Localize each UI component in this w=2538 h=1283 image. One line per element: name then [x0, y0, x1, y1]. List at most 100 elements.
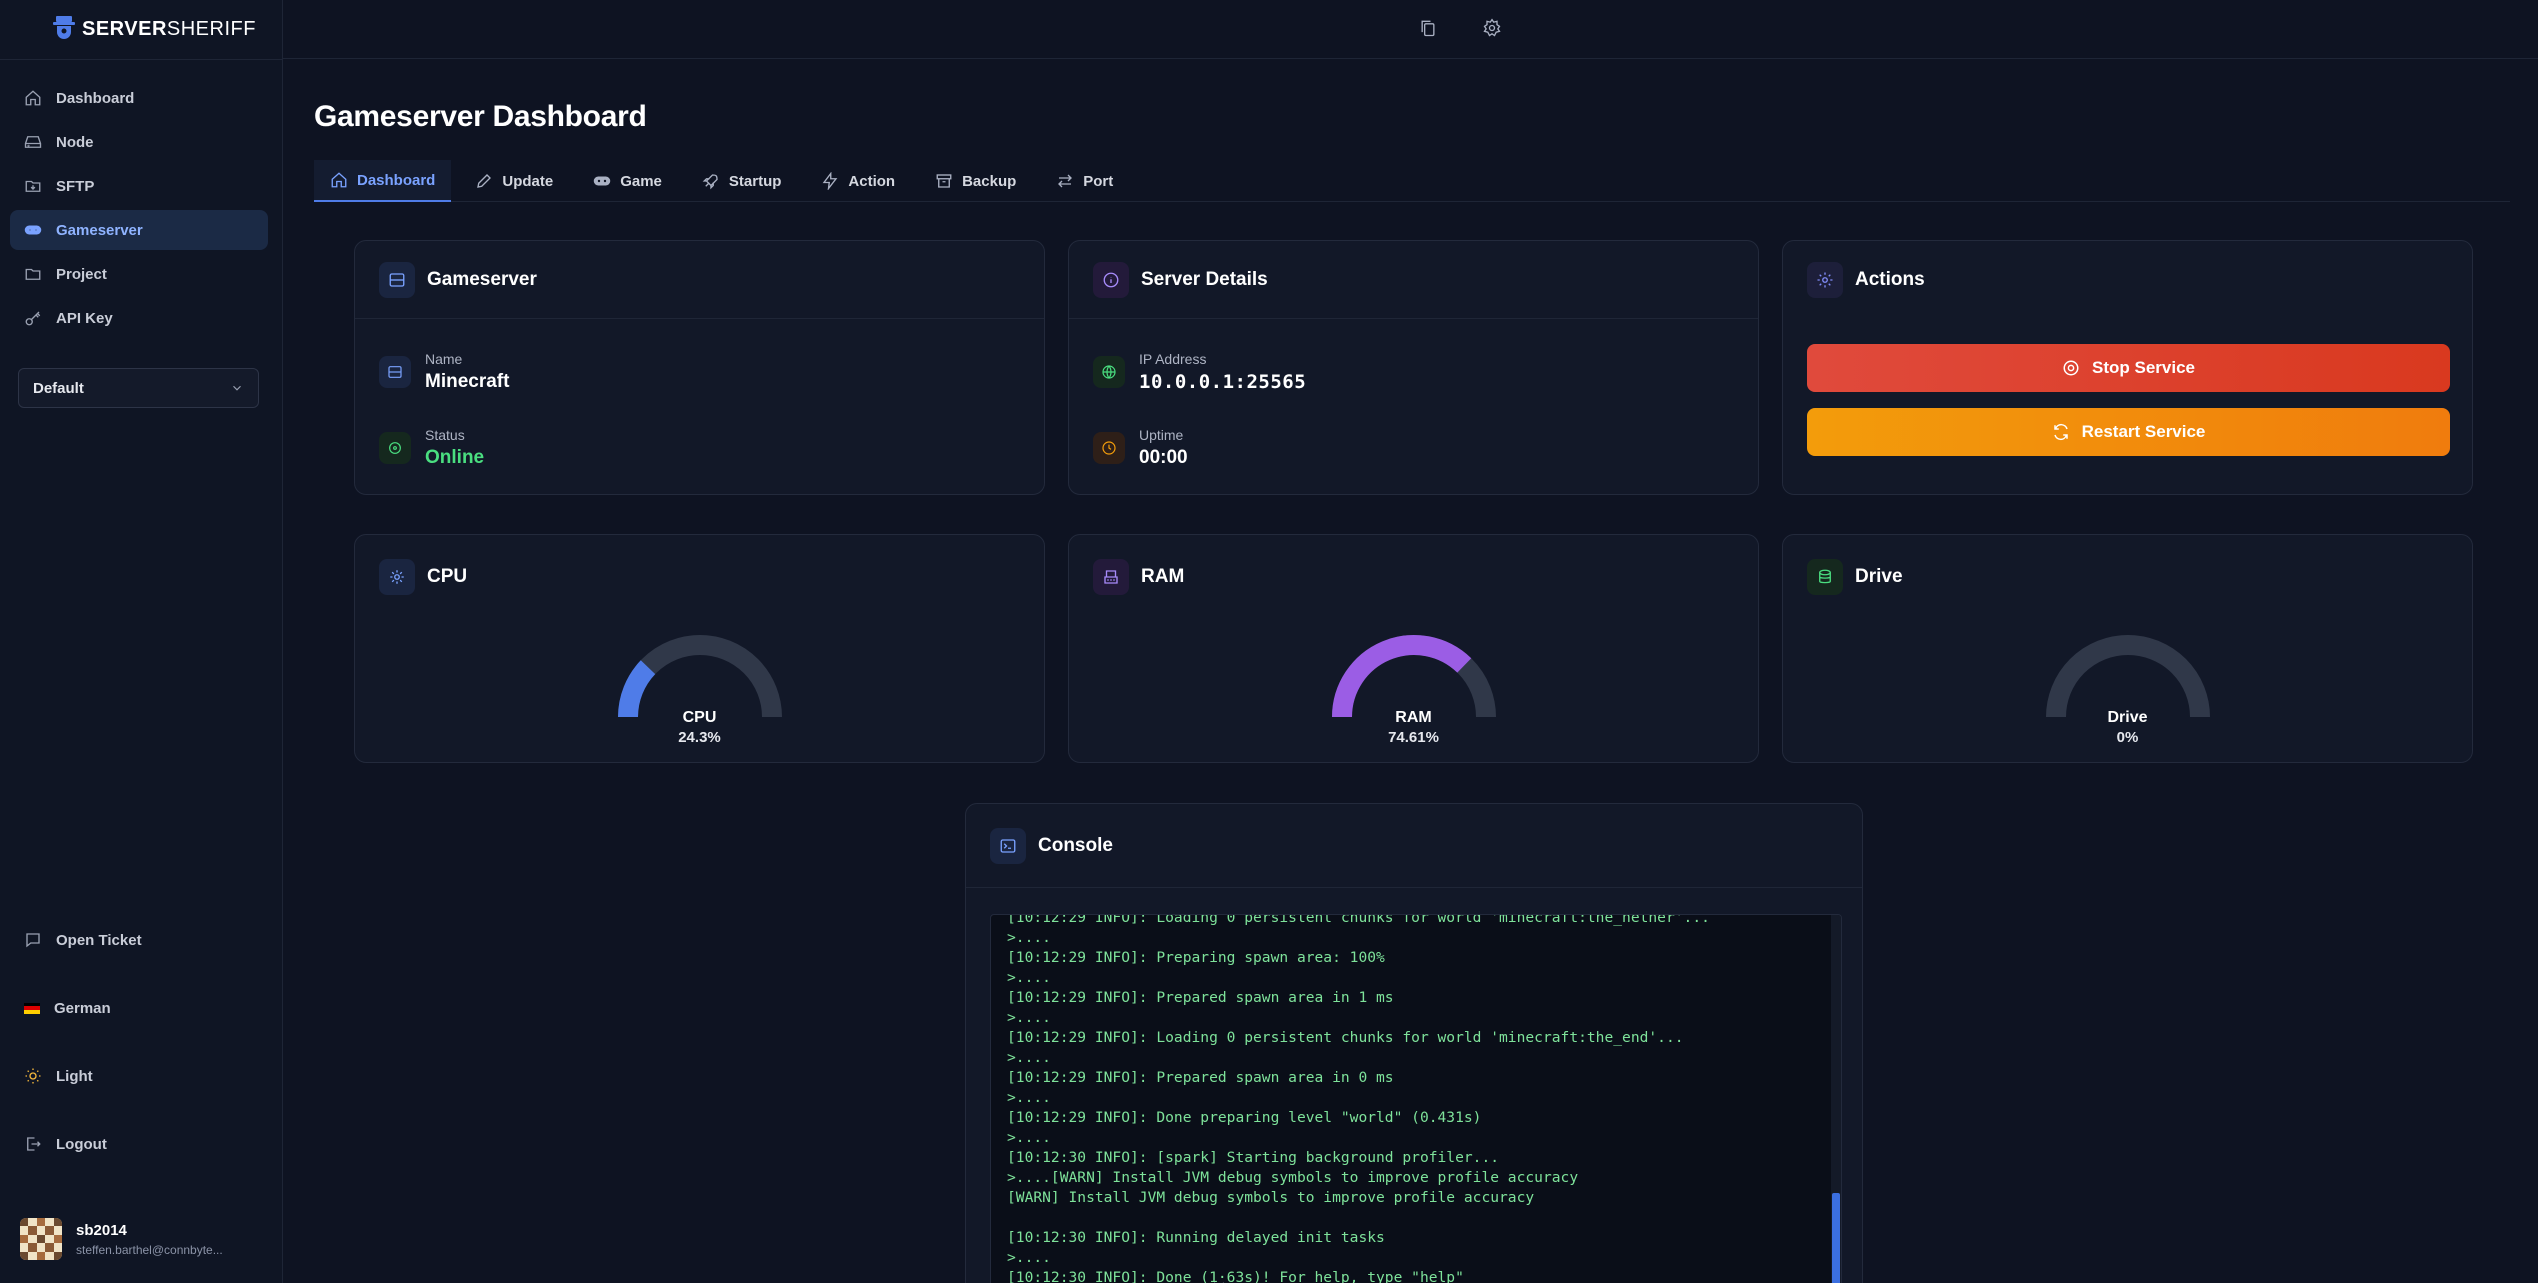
console-output[interactable]: [10:12:29 INFO]: Loading 0 persistent ch…	[990, 914, 1842, 1283]
key-icon	[25, 311, 41, 326]
sidebar-item-sftp[interactable]: SFTP	[10, 166, 268, 206]
sidebar-nav: Dashboard Node SFTP Gameserver Project A…	[10, 78, 268, 342]
cpu-card: CPU CPU 24.3%	[354, 534, 1045, 763]
page-title: Gameserver Dashboard	[314, 100, 647, 133]
console-line: >....	[1007, 929, 1051, 946]
tab-action[interactable]: Action	[805, 160, 911, 202]
gauge-value: 24.3%	[678, 729, 721, 746]
sidebar-item-dashboard[interactable]: Dashboard	[10, 78, 268, 118]
console-line: >....	[1007, 1129, 1051, 1146]
sidebar-item-label: Dashboard	[56, 89, 135, 107]
sidebar-divider	[0, 59, 283, 60]
card-title: Drive	[1855, 566, 1903, 587]
status-badge: Online	[425, 447, 485, 468]
avatar	[20, 1218, 62, 1260]
cpu-gauge: CPU 24.3%	[610, 627, 790, 747]
sidebar-item-label: SFTP	[56, 177, 95, 195]
ip-address-value[interactable]: 10.0.0.1:25565	[1139, 371, 1306, 393]
message-icon	[26, 933, 40, 948]
gauge-value: 74.61%	[1388, 729, 1439, 746]
settings-button[interactable]	[1482, 18, 1504, 40]
card-header: Drive	[1783, 535, 2472, 619]
arrows-swap-icon	[1058, 174, 1073, 188]
logout-icon	[27, 1137, 41, 1151]
card-title: Actions	[1855, 269, 1925, 290]
sidebar-bottom-nav: Open Ticket German Light Logout	[10, 920, 268, 1192]
project-select-value: Default	[33, 379, 84, 397]
tab-port[interactable]: Port	[1040, 160, 1129, 202]
console-line: [10:12:29 INFO]: Preparing spawn area: 1…	[1007, 949, 1385, 966]
folder-icon	[25, 268, 41, 280]
stop-circle-icon	[2063, 360, 2079, 376]
console-line: [10:12:29 INFO]: Done preparing level "w…	[1007, 1109, 1482, 1126]
drive-gauge: Drive 0%	[2038, 627, 2218, 747]
console-line: >....[WARN] Install JVM debug symbols to…	[1007, 1169, 1579, 1186]
pencil-icon	[477, 174, 492, 188]
ip-address-field: IP Address 10.0.0.1:25565	[1093, 351, 1306, 393]
card-icon-box	[1807, 262, 1843, 298]
tab-update[interactable]: Update	[459, 160, 569, 202]
logout-button[interactable]: Logout	[10, 1124, 268, 1164]
card-header: Actions	[1783, 241, 2472, 319]
theme-toggle[interactable]: Light	[10, 1056, 268, 1096]
sidebar: SERVERSHERIFF Dashboard Node SFTP Gamese…	[0, 0, 283, 1283]
language-label: German	[54, 999, 111, 1017]
open-ticket-button[interactable]: Open Ticket	[10, 920, 268, 960]
sidebar-item-project[interactable]: Project	[10, 254, 268, 294]
tab-backup[interactable]: Backup	[919, 160, 1032, 202]
drive-card: Drive Drive 0%	[1782, 534, 2473, 763]
archive-icon	[936, 174, 952, 188]
console-scrollbar[interactable]	[1831, 915, 1841, 1283]
home-icon	[25, 90, 41, 106]
console-line: >....	[1007, 1089, 1051, 1106]
hard-drive-icon	[24, 136, 42, 148]
card-header: Gameserver	[355, 241, 1044, 319]
gauge-value: 0%	[2116, 729, 2139, 746]
tab-startup[interactable]: Startup	[686, 160, 798, 202]
brand-logo[interactable]: SERVERSHERIFF	[52, 14, 256, 44]
server-name-field: Name Minecraft	[379, 351, 509, 393]
console-scroll-thumb[interactable]	[1832, 1193, 1840, 1283]
tab-game[interactable]: Game	[577, 160, 678, 202]
actions-card: Actions Stop Service Restart Service	[1782, 240, 2473, 495]
rocket-icon	[702, 174, 718, 190]
language-button[interactable]: German	[10, 988, 268, 1028]
console-line: [10:12:29 INFO]: Prepared spawn area in …	[1007, 989, 1394, 1006]
field-icon-box	[379, 432, 411, 464]
sheriff-badge-icon	[53, 16, 75, 39]
sidebar-item-label: API Key	[56, 309, 113, 327]
card-title: Server Details	[1141, 268, 1268, 290]
refresh-icon	[2053, 423, 2068, 441]
sidebar-item-label: Project	[56, 265, 107, 283]
tab-label: Update	[502, 172, 554, 190]
user-profile[interactable]: sb2014 steffen.barthel@connbyte...	[20, 1218, 236, 1260]
card-header: Server Details	[1069, 241, 1758, 319]
restart-service-button[interactable]: Restart Service	[1807, 408, 2450, 456]
project-select[interactable]: Default	[18, 368, 259, 408]
stop-service-button[interactable]: Stop Service	[1807, 344, 2450, 392]
server-icon	[389, 272, 405, 287]
sidebar-item-node[interactable]: Node	[10, 122, 268, 162]
card-header: RAM	[1069, 535, 1758, 619]
tab-dashboard[interactable]: Dashboard	[314, 160, 452, 202]
sidebar-item-label: Gameserver	[56, 221, 143, 239]
server-icon	[388, 366, 402, 378]
field-icon-box	[1093, 432, 1125, 464]
user-email: steffen.barthel@connbyte...	[76, 1242, 223, 1257]
memory-icon	[1104, 570, 1118, 584]
folder-download-icon	[25, 180, 41, 192]
sidebar-item-api-key[interactable]: API Key	[10, 298, 268, 338]
german-flag-icon	[24, 1002, 40, 1014]
field-label: Uptime	[1139, 427, 1184, 443]
scroll-down-icon[interactable]	[1211, 1279, 1227, 1283]
terminal-icon	[1000, 838, 1016, 853]
tab-label: Game	[620, 172, 662, 190]
copy-button[interactable]	[1418, 18, 1440, 40]
console-line: [10:12:29 INFO]: Prepared spawn area in …	[1007, 1069, 1394, 1086]
tab-label: Action	[848, 172, 896, 190]
ram-gauge: RAM 74.61%	[1324, 627, 1504, 747]
cpu-icon	[390, 570, 404, 584]
gamepad-icon	[24, 225, 42, 235]
gauge-label: Drive	[2107, 709, 2148, 726]
sidebar-item-gameserver[interactable]: Gameserver	[10, 210, 268, 250]
